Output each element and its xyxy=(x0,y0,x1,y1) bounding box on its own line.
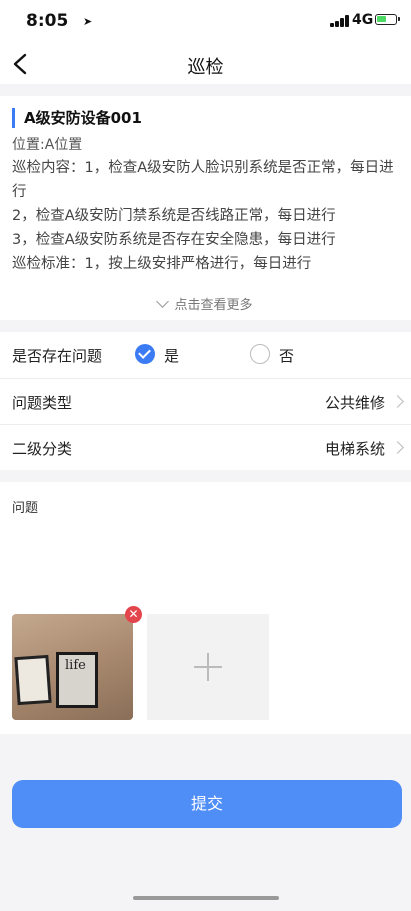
device-title: A级安防设备001 xyxy=(12,108,142,128)
device-info-card: A级安防设备001 位置:A位置 巡检内容：1，检查A级安防人脸识别系统是否正常… xyxy=(0,96,411,320)
battery-icon xyxy=(375,14,400,25)
poster-frame-right: life xyxy=(56,652,98,708)
radio-no-label[interactable]: 否 xyxy=(279,345,294,366)
secondary-category-value: 电梯系统 xyxy=(324,440,385,458)
signal-icon xyxy=(330,15,350,27)
chevron-down-icon xyxy=(156,295,170,308)
problem-type-label: 问题类型 xyxy=(12,394,73,412)
content-line: 巡检内容：1，检查A级安防人脸识别系统是否正常，每日进行 xyxy=(12,160,394,200)
status-bar: 8:05 ➤ 4G xyxy=(0,0,411,44)
location-arrow-icon: ➤ xyxy=(83,15,93,28)
content-line: 2，检查A级安防门禁系统是否线路正常，每日进行 xyxy=(12,208,336,224)
radio-yes[interactable] xyxy=(135,344,155,364)
chevron-right-icon xyxy=(391,441,404,454)
page-title: 巡检 xyxy=(187,57,224,78)
content-line: 巡检标准：1，按上级安排严格进行，每日进行 xyxy=(12,256,312,272)
status-time: 8:05 xyxy=(26,11,69,31)
radio-no[interactable] xyxy=(250,344,270,364)
radio-yes-label[interactable]: 是 xyxy=(164,345,179,366)
problem-type-value: 公共维修 xyxy=(324,394,385,412)
submit-button[interactable]: 提交 xyxy=(12,780,402,828)
uploaded-photo[interactable]: life xyxy=(12,614,133,720)
form-rows: 是否存在问题 是 否 问题类型 公共维修 二级分类 电梯系统 xyxy=(0,332,411,470)
device-location: 位置:A位置 xyxy=(12,137,83,153)
content-line: 3，检查A级安防系统是否存在安全隐患，每日进行 xyxy=(12,232,336,248)
secondary-category-label: 二级分类 xyxy=(12,440,73,458)
nav-bar: 巡检 xyxy=(0,44,411,84)
has-problem-label: 是否存在问题 xyxy=(12,347,103,365)
chevron-right-icon xyxy=(391,395,404,408)
network-type: 4G xyxy=(352,12,374,28)
problem-label: 问题 xyxy=(12,501,39,516)
delete-photo-button[interactable]: ✕ xyxy=(125,606,142,623)
home-indicator xyxy=(133,896,279,900)
add-photo-button[interactable] xyxy=(147,614,269,720)
poster-text: life xyxy=(65,658,86,673)
problem-section: 问题 life ✕ xyxy=(0,482,411,734)
inspection-content: 巡检内容：1，检查A级安防人脸识别系统是否正常，每日进行 2，检查A级安防门禁系… xyxy=(12,156,398,284)
has-problem-row: 是否存在问题 是 否 xyxy=(0,332,411,378)
show-more-button[interactable]: 点击查看更多 xyxy=(0,294,411,313)
problem-type-row[interactable]: 问题类型 公共维修 xyxy=(0,378,411,425)
poster-frame-left xyxy=(14,654,52,706)
plus-icon-vertical xyxy=(207,653,209,681)
secondary-category-row[interactable]: 二级分类 电梯系统 xyxy=(0,424,411,471)
show-more-label: 点击查看更多 xyxy=(174,298,253,313)
